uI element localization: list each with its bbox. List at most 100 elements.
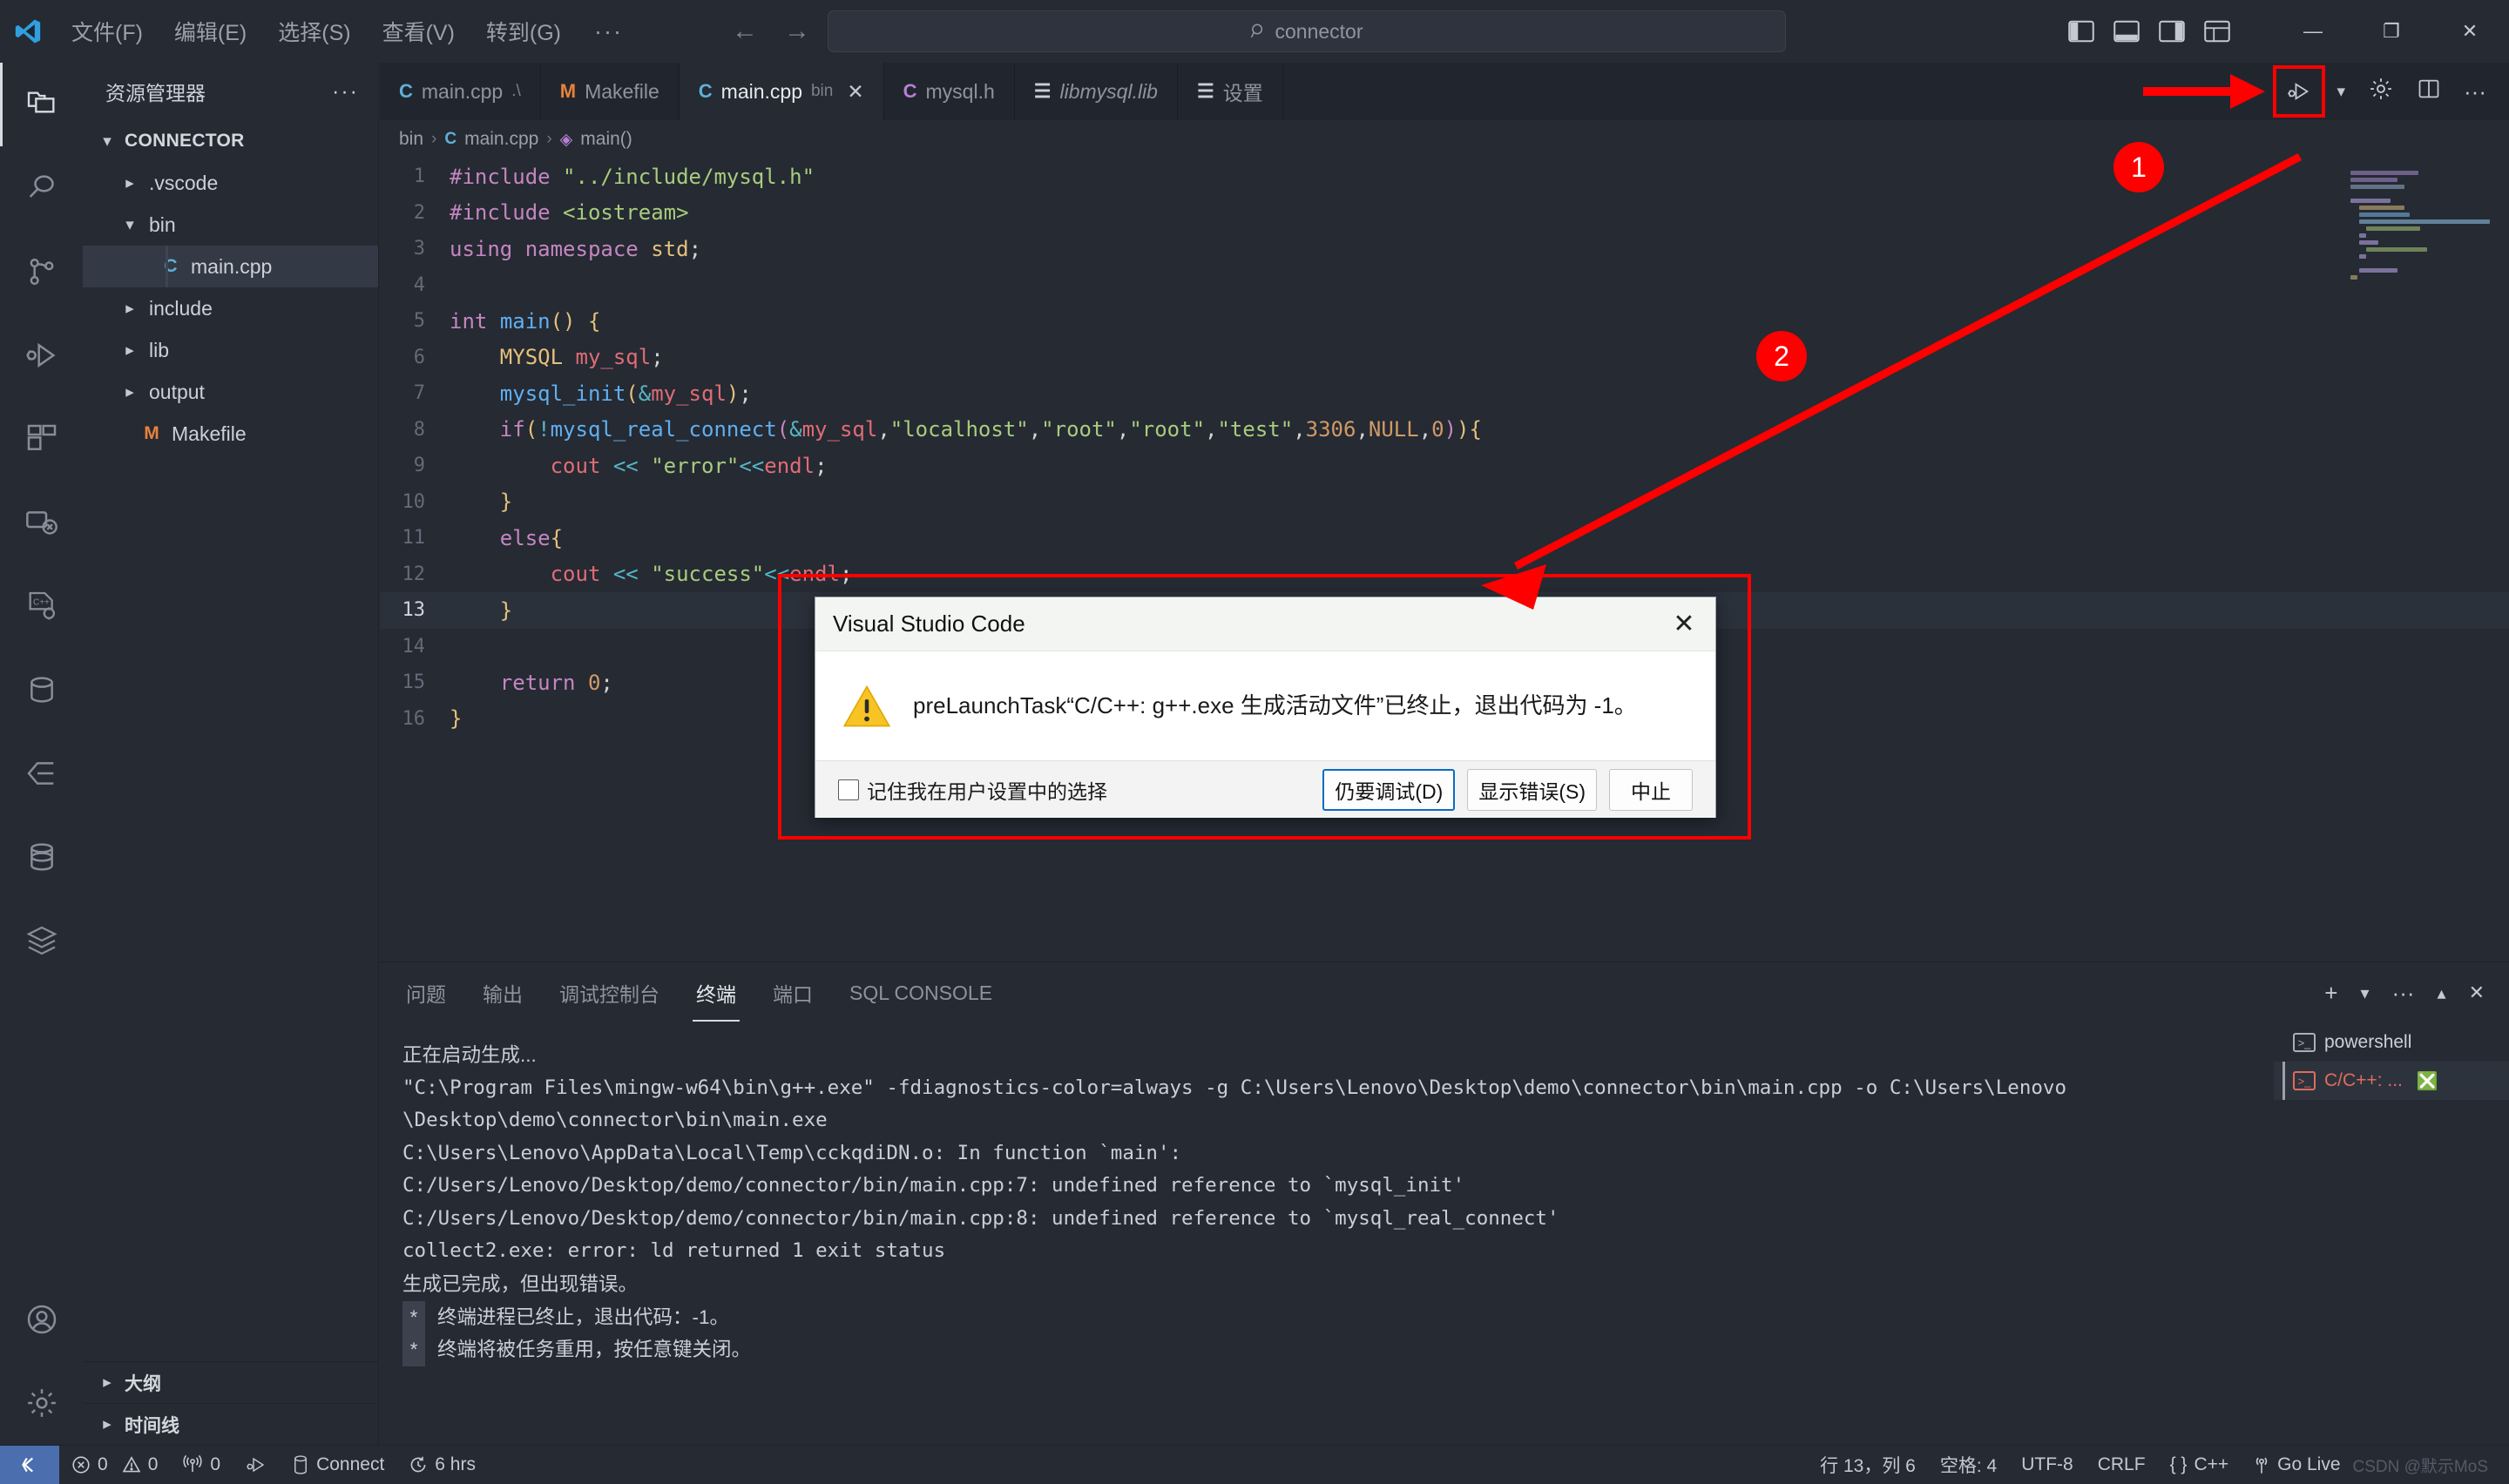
panel-tab-5[interactable]: SQL CONSOLE — [846, 976, 996, 1010]
status-indentation[interactable]: 空格: 4 — [1928, 1446, 2009, 1484]
tree-item-lib[interactable]: ▸ lib — [83, 329, 378, 371]
tree-item-main-cpp[interactable]: Cmain.cpp — [83, 246, 378, 287]
activity-layers-icon[interactable] — [0, 899, 83, 982]
code-line-text: using namespace std; — [450, 236, 702, 261]
menu-file[interactable]: 文件(F) — [56, 10, 159, 52]
run-options-chevron-down-icon[interactable]: ▾ — [2337, 82, 2345, 102]
editor-tab-main-cpp-bin[interactable]: Cmain.cpp bin ✕ — [679, 63, 884, 120]
code-line: 6 MYSQL my_sql; — [380, 340, 2509, 376]
minimize-button[interactable]: — — [2274, 0, 2352, 63]
status-go-live[interactable]: Go Live — [2241, 1446, 2352, 1484]
menu-go[interactable]: 转到(G) — [470, 10, 577, 52]
abort-button[interactable]: 中止 — [1609, 768, 1693, 811]
panel-tab-4[interactable]: 端口 — [769, 973, 816, 1013]
activity-settings-gear-icon[interactable] — [0, 1361, 83, 1445]
status-time-tracker[interactable]: 6 hrs — [396, 1446, 488, 1484]
panel-tab-3[interactable]: 终端 — [693, 973, 740, 1022]
terminal-item-cpp-task[interactable]: >_ C/C++: ... ❎ — [2274, 1062, 2509, 1100]
maximize-button[interactable]: ❐ — [2352, 0, 2431, 63]
tree-item-label: bin — [149, 212, 176, 236]
breadcrumb-item-folder[interactable]: bin — [399, 129, 423, 150]
code-line: 5 int main() { — [380, 303, 2509, 340]
panel-tab-2[interactable]: 调试控制台 — [556, 973, 663, 1013]
activity-sql-database-icon[interactable] — [0, 815, 83, 899]
sidebar-more-icon[interactable]: ··· — [332, 79, 359, 105]
editor-tab-libmysql-lib[interactable]: ☰ libmysql.lib — [1014, 63, 1178, 120]
panel-tab-1[interactable]: 输出 — [479, 973, 526, 1013]
activity-explorer-icon[interactable] — [0, 63, 83, 146]
debug-anyway-button[interactable]: 仍要调试(D) — [1322, 768, 1456, 811]
activity-account-icon[interactable] — [0, 1278, 83, 1361]
show-errors-button[interactable]: 显示错误(S) — [1467, 768, 1597, 811]
kill-terminal-icon[interactable]: ❎ — [2417, 1070, 2438, 1092]
sidebar-item-timeline[interactable]: ▸ 时间线 — [83, 1403, 379, 1445]
tree-item-makefile[interactable]: M Makefile — [83, 413, 378, 455]
editor-tab-mysql-h[interactable]: Cmysql.h — [883, 63, 1015, 120]
editor-tab-makefile[interactable]: M Makefile — [540, 63, 680, 120]
terminal-line: C:/Users/Lenovo/Desktop/demo/connector/b… — [402, 1206, 1559, 1230]
minimap[interactable] — [2350, 159, 2499, 420]
toggle-panel-icon[interactable] — [2113, 20, 2140, 43]
status-problems[interactable]: 0 0 — [59, 1446, 170, 1484]
toggle-secondary-sidebar-icon[interactable] — [2159, 20, 2185, 43]
tree-item-output[interactable]: ▸ output — [83, 371, 378, 413]
nav-back-icon[interactable]: ← — [732, 17, 758, 46]
sidebar-section-connector[interactable]: ▾ CONNECTOR — [83, 120, 378, 162]
new-terminal-icon[interactable]: + — [2324, 980, 2337, 1007]
editor-tab-main-cpp-[interactable]: Cmain.cpp .\ — [380, 63, 541, 120]
close-panel-icon[interactable]: ✕ — [2469, 981, 2485, 1004]
tree-item-include[interactable]: ▸ include — [83, 287, 378, 329]
status-language-mode[interactable]: { } C++ — [2158, 1446, 2242, 1484]
gear-icon[interactable] — [2368, 76, 2394, 108]
status-connect[interactable]: Connect — [280, 1446, 396, 1484]
status-debug[interactable] — [233, 1446, 280, 1484]
terminal-item-powershell[interactable]: >_ powershell — [2274, 1023, 2509, 1062]
customize-layout-icon[interactable] — [2204, 20, 2230, 43]
activity-import-icon[interactable] — [0, 732, 83, 815]
activity-run-and-debug-icon[interactable] — [0, 314, 83, 397]
terminal-line: C:\Users\Lenovo\AppData\Local\Temp\cckqd… — [402, 1141, 1182, 1164]
dialog-footer: 记住我在用户设置中的选择 仍要调试(D) 显示错误(S) 中止 — [815, 760, 1715, 818]
remember-choice-checkbox-wrap[interactable]: 记住我在用户设置中的选择 — [838, 775, 1107, 805]
editor-tab---[interactable]: ☰ 设置 — [1177, 63, 1283, 120]
panel-tab-0[interactable]: 问题 — [402, 973, 450, 1013]
maximize-panel-icon[interactable]: ▴ — [2438, 982, 2446, 1004]
activity-remote-explorer-icon[interactable] — [0, 481, 83, 564]
menu-edit[interactable]: 编辑(E) — [159, 10, 262, 52]
breadcrumb-item-symbol[interactable]: main() — [580, 129, 632, 150]
split-editor-icon[interactable] — [2417, 77, 2441, 107]
activity-cpp-config-icon[interactable]: C++ — [0, 564, 83, 648]
close-window-button[interactable]: ✕ — [2431, 0, 2509, 63]
editor-more-actions-icon[interactable]: ··· — [2464, 78, 2486, 105]
breadcrumb-item-file[interactable]: main.cpp — [464, 129, 538, 150]
remote-window-icon[interactable] — [0, 1445, 59, 1484]
editor-tab-label: main.cpp — [720, 79, 802, 103]
line-number: 1 — [413, 165, 425, 188]
status-eol[interactable]: CRLF — [2086, 1446, 2158, 1484]
status-ports[interactable]: 0 — [170, 1446, 233, 1484]
tree-item--vscode[interactable]: ▸ .vscode — [83, 162, 378, 204]
activity-search-icon[interactable] — [0, 146, 83, 230]
activity-database-icon[interactable] — [0, 648, 83, 732]
status-cursor-position[interactable]: 行 13，列 6 — [1808, 1446, 1928, 1484]
tree-item-bin[interactable]: ▾ bin — [83, 204, 378, 246]
sidebar-item-outline[interactable]: ▸ 大纲 — [83, 1361, 379, 1403]
activity-source-control-icon[interactable] — [0, 230, 83, 314]
menu-selection[interactable]: 选择(S) — [262, 10, 366, 52]
status-encoding[interactable]: UTF-8 — [2009, 1446, 2086, 1484]
menu-view[interactable]: 查看(V) — [367, 10, 470, 52]
menu-more-icon[interactable]: ··· — [577, 17, 640, 47]
terminal-output[interactable]: 正在启动生成... "C:\Program Files\mingw-w64\bin… — [380, 1023, 2274, 1445]
dialog-close-icon[interactable]: ✕ — [1658, 609, 1710, 639]
code-line-text: mysql_init(&my_sql); — [499, 381, 752, 406]
panel-more-actions-icon[interactable]: ··· — [2392, 980, 2415, 1007]
line-number: 3 — [413, 238, 425, 260]
nav-forward-icon[interactable]: → — [784, 17, 810, 46]
toggle-primary-sidebar-icon[interactable] — [2068, 20, 2094, 43]
dialog-title-bar: Visual Studio Code ✕ — [815, 597, 1715, 651]
activity-extensions-icon[interactable] — [0, 397, 83, 481]
remember-choice-checkbox[interactable] — [838, 779, 859, 800]
quick-open-input[interactable]: connector — [828, 10, 1786, 52]
close-icon[interactable]: ✕ — [847, 80, 863, 104]
new-terminal-chevron-down-icon[interactable]: ▾ — [2360, 982, 2369, 1004]
